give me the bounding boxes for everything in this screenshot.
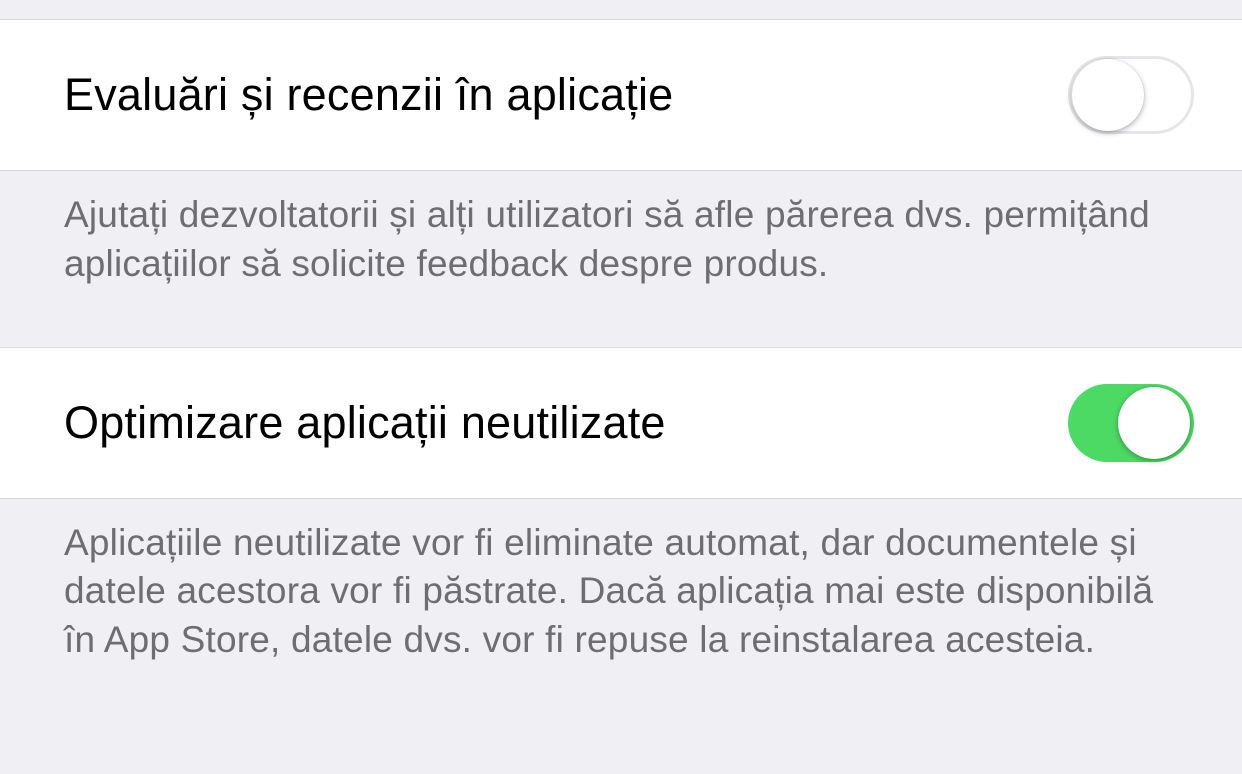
toggle-knob xyxy=(1072,59,1144,131)
ratings-reviews-row: Evaluări și recenzii în aplicație xyxy=(0,19,1242,171)
toggle-knob xyxy=(1118,387,1190,459)
ratings-reviews-label: Evaluări și recenzii în aplicație xyxy=(64,69,673,121)
offload-apps-description: Aplicațiile neutilizate vor fi eliminate… xyxy=(0,499,1242,723)
ratings-reviews-toggle[interactable] xyxy=(1068,56,1194,134)
offload-apps-toggle[interactable] xyxy=(1068,384,1194,462)
ratings-reviews-description: Ajutați dezvoltatorii și alți utilizator… xyxy=(0,171,1242,347)
offload-apps-label: Optimizare aplicații neutilizate xyxy=(64,397,666,449)
offload-apps-row: Optimizare aplicații neutilizate xyxy=(0,347,1242,499)
